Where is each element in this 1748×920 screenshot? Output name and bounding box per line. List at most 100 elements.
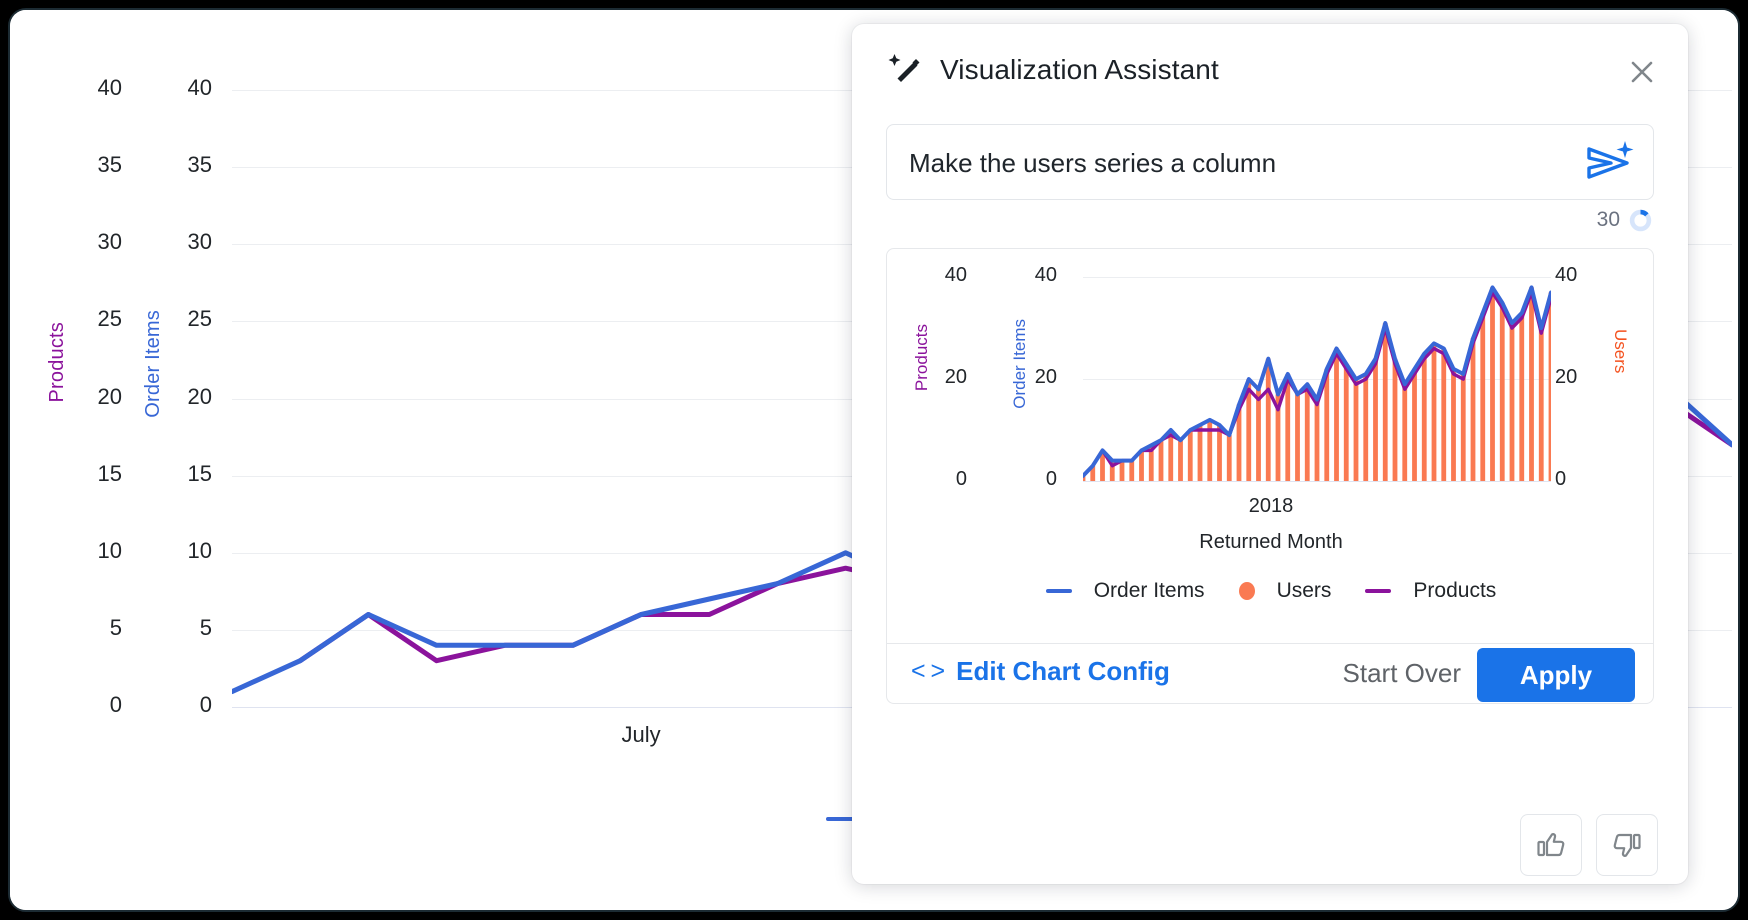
apply-button[interactable]: Apply [1477, 648, 1635, 702]
preview-tick-label: 20 [1017, 366, 1057, 389]
preview-legend-swatch [1365, 589, 1391, 593]
prompt-counter-ring [1629, 209, 1652, 232]
preview-column-bar [1305, 384, 1310, 481]
main-chart-tick-label: 30 [158, 229, 212, 255]
preview-column-bar [1334, 349, 1339, 481]
preview-legend-label: Users [1277, 579, 1332, 603]
preview-legend-entry[interactable]: Users [1239, 579, 1332, 603]
main-chart-tick-label: 5 [158, 615, 212, 641]
preview-tick-label: 0 [1017, 468, 1057, 491]
preview-column-bar [1451, 369, 1456, 481]
preview-column-bar [1441, 349, 1446, 481]
preview-column-bar [1432, 343, 1437, 481]
main-chart-tick-label: 20 [68, 384, 122, 410]
preview-actions: < > Edit Chart Config Start Over Apply [887, 644, 1653, 704]
chart-preview-card: Products Order Items Users 40 20 0 40 20 0 4… [886, 248, 1654, 704]
start-over-button[interactable]: Start Over [1343, 658, 1461, 689]
preview-tick-label: 0 [1555, 468, 1595, 491]
preview-column-bar [1539, 328, 1544, 481]
main-chart-tick-label: 5 [68, 615, 122, 641]
thumbs-down-icon[interactable] [1596, 814, 1658, 876]
preview-column-bar [1315, 399, 1320, 481]
main-chart-tick-label: 40 [158, 75, 212, 101]
preview-legend-entry[interactable]: Products [1365, 579, 1496, 603]
preview-column-bar [1129, 461, 1134, 481]
preview-column-bar [1217, 425, 1222, 481]
send-sparkle-icon[interactable] [1583, 139, 1635, 187]
main-chart-tick-label: 40 [68, 75, 122, 101]
preview-axis-title-order-items: Order Items [1010, 319, 1030, 409]
preview-legend-entry[interactable]: Order Items [1046, 579, 1205, 603]
close-icon[interactable] [1620, 50, 1664, 94]
preview-column-bar [1295, 394, 1300, 481]
preview-column-bar [1402, 384, 1407, 481]
preview-column-bar [1198, 425, 1203, 481]
preview-column-bar [1529, 287, 1534, 481]
preview-tick-label: 20 [927, 366, 967, 389]
main-chart-tick-label: 0 [68, 692, 122, 718]
preview-x-axis-year: 2018 [887, 495, 1655, 518]
preview-column-bar [1490, 287, 1495, 481]
preview-column-bar [1344, 364, 1349, 481]
preview-column-bar [1363, 374, 1368, 481]
preview-plot-area [1083, 267, 1551, 481]
main-chart-axis-title-products: Products [46, 322, 69, 403]
preview-column-bar [1412, 369, 1417, 481]
feedback-row [1520, 814, 1658, 876]
main-chart-tick-label: 20 [158, 384, 212, 410]
preview-column-bar [1188, 430, 1193, 481]
main-chart-tick-label: 25 [158, 306, 212, 332]
preview-x-axis-label: Returned Month [887, 531, 1655, 554]
preview-column-bar [1510, 323, 1515, 481]
thumbs-up-icon[interactable] [1520, 814, 1582, 876]
main-chart-tick-label: 10 [68, 538, 122, 564]
preview-column-bar [1256, 389, 1261, 481]
magic-wand-icon [888, 52, 922, 86]
preview-column-bar [1461, 374, 1466, 481]
preview-legend-label: Products [1413, 579, 1496, 603]
preview-column-bar [1393, 359, 1398, 481]
main-chart-x-tick-label: July [622, 722, 661, 748]
preview-column-bar [1159, 440, 1164, 481]
preview-column-bar [1471, 338, 1476, 481]
preview-axis-title-users: Users [1610, 329, 1630, 373]
assistant-panel-header: Visualization Assistant [852, 24, 1688, 116]
code-brackets-icon: < > [911, 657, 944, 686]
preview-legend-label: Order Items [1094, 579, 1205, 603]
main-chart-tick-label: 35 [158, 152, 212, 178]
panel-title: Visualization Assistant [940, 54, 1219, 86]
preview-legend-swatch [1239, 582, 1255, 600]
preview-tick-label: 40 [1555, 264, 1595, 287]
preview-tick-label: 40 [1017, 264, 1057, 287]
gridline [1083, 481, 1551, 482]
preview-column-bar [1373, 359, 1378, 481]
prompt-counter-value: 30 [1597, 208, 1620, 232]
main-chart-tick-label: 35 [68, 152, 122, 178]
preview-column-bar [1324, 369, 1329, 481]
main-chart-tick-label: 15 [68, 461, 122, 487]
edit-chart-config-label: Edit Chart Config [956, 656, 1170, 687]
preview-column-bar [1266, 359, 1271, 481]
preview-column-bar [1383, 323, 1388, 481]
preview-column-bar [1354, 379, 1359, 481]
preview-column-bar [1227, 435, 1232, 481]
prompt-input[interactable] [909, 125, 1549, 201]
main-chart-tick-label: 0 [158, 692, 212, 718]
preview-tick-label: 0 [927, 468, 967, 491]
main-chart-tick-label: 25 [68, 306, 122, 332]
preview-tick-label: 20 [1555, 366, 1595, 389]
preview-legend-swatch [1046, 589, 1072, 593]
preview-column-bar [1178, 440, 1183, 481]
edit-chart-config-button[interactable]: < > Edit Chart Config [911, 656, 1170, 687]
preview-column-bar [1480, 313, 1485, 481]
main-chart-tick-label: 15 [158, 461, 212, 487]
prompt-counter: 30 [1597, 208, 1652, 232]
preview-tick-label: 40 [927, 264, 967, 287]
main-chart-tick-label: 10 [158, 538, 212, 564]
app-frame: Products Order Items 40 35 30 25 20 15 10 5 0 40… [8, 8, 1740, 912]
preview-column-bar [1549, 292, 1551, 481]
preview-column-bar [1500, 303, 1505, 481]
preview-column-bar [1422, 354, 1427, 481]
visualization-assistant-panel: Visualization Assistant 30 [852, 24, 1688, 884]
preview-column-bar [1120, 461, 1125, 481]
